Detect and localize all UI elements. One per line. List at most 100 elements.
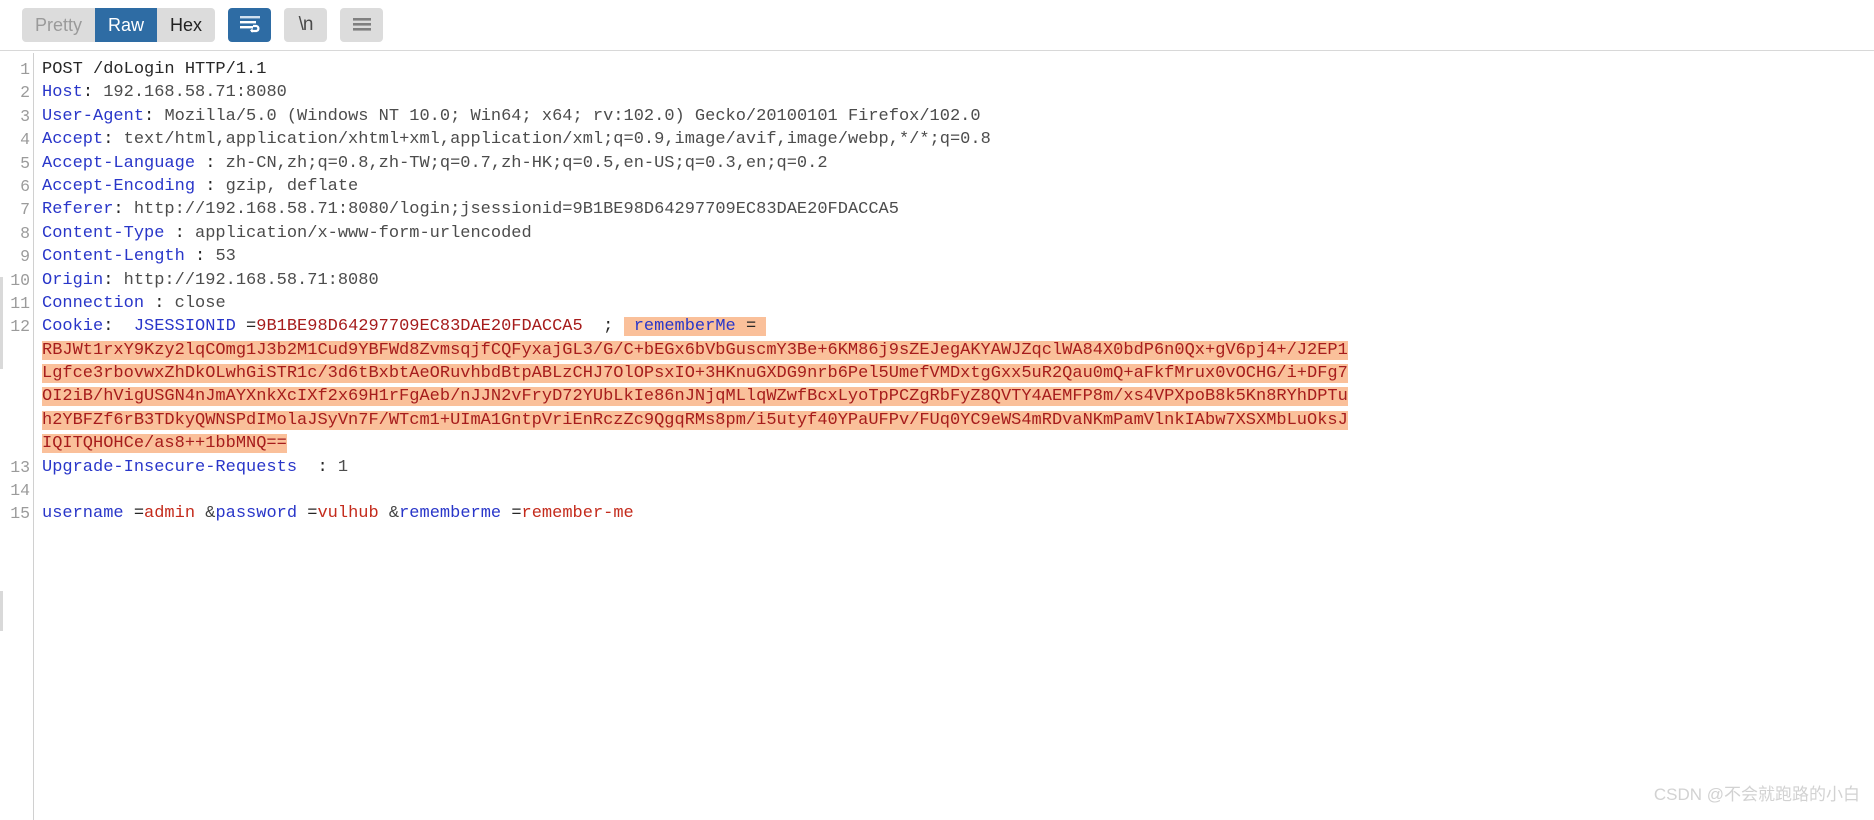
line-number: 10: [10, 270, 30, 290]
code-token: =: [246, 317, 257, 337]
code-token: Accept-Language: [42, 153, 196, 173]
line-number: 11: [10, 293, 30, 313]
code-line[interactable]: Cookie: JSESSIONID =9B1BE98D64297709EC83…: [42, 315, 1874, 338]
code-token: Upgrade-Insecure-Requests: [42, 457, 298, 477]
code-token: rememberme: [399, 504, 512, 524]
code-token: http://192.168.58.71:8080: [123, 270, 379, 290]
code-line[interactable]: Accept: text/html,application/xhtml+xml,…: [42, 128, 1874, 151]
code-token: :: [164, 223, 196, 243]
code-token: remember-me: [521, 504, 634, 524]
view-mode-raw-button[interactable]: Raw: [95, 8, 158, 42]
line-number: 13: [10, 457, 30, 477]
code-token: Referer: [42, 200, 114, 220]
code-token: :: [103, 317, 124, 337]
code-line[interactable]: Upgrade-Insecure-Requests : 1: [42, 456, 1874, 479]
code-token: Accept: [42, 130, 104, 150]
code-token: vulhub: [317, 504, 389, 524]
code-token: =: [745, 317, 757, 337]
code-token: :: [113, 200, 134, 220]
code-line[interactable]: User-Agent: Mozilla/5.0 (Windows NT 10.0…: [42, 105, 1874, 128]
line-number: 12: [10, 317, 30, 337]
code-line[interactable]: Host: 192.168.58.71:8080: [42, 81, 1874, 104]
line-number: 15: [10, 504, 30, 524]
code-token: :: [82, 83, 104, 103]
line-number-gutter: 123456789101112.....131415: [0, 51, 33, 820]
cookie-value-token: h2YBFZf6rB3TDkyQWNSPdIMolaJSyVn7F/WTcm1+…: [42, 410, 1348, 430]
code-token: text/html,application/xhtml+xml,applicat…: [123, 130, 991, 150]
line-number: 3: [20, 106, 30, 126]
code-line[interactable]: Accept-Encoding : gzip, deflate: [42, 175, 1874, 198]
code-line-wrapped[interactable]: OI2iB/hVigUSGN4nJmAYXnkXcIXf2x69H1rFgAeb…: [42, 385, 1874, 408]
cookie-value-token: OI2iB/hVigUSGN4nJmAYXnkXcIXf2x69H1rFgAeb…: [42, 387, 1348, 407]
code-token: :: [103, 130, 124, 150]
code-line-wrapped[interactable]: Lgfce3rbovwxZhDkOLwhGiSTR1c/3d6tBxbtAeOR…: [42, 362, 1874, 385]
code-line[interactable]: POST /doLogin HTTP/1.1: [42, 58, 1874, 81]
code-line[interactable]: Content-Length : 53: [42, 245, 1874, 268]
word-wrap-icon: [239, 15, 261, 36]
code-token: :: [195, 176, 226, 196]
code-token: Connection: [42, 293, 145, 313]
code-token: ;: [582, 317, 624, 337]
code-token: 9B1BE98D64297709EC83DAE20FDACCA5: [256, 317, 583, 337]
view-mode-pretty-button[interactable]: Pretty: [22, 8, 96, 42]
code-token: =: [133, 504, 145, 524]
code-token: :: [297, 457, 338, 477]
code-token: :: [144, 293, 175, 313]
line-number: 1: [20, 60, 30, 79]
code-line[interactable]: username =admin &password =vulhub &remem…: [42, 502, 1874, 525]
show-newlines-button[interactable]: \n: [284, 8, 328, 42]
code-token: Accept-Encoding: [42, 176, 196, 196]
code-token: Cookie: [42, 317, 104, 337]
cookie-value-token: Lgfce3rbovwxZhDkOLwhGiSTR1c/3d6tBxbtAeOR…: [42, 364, 1348, 384]
code-token: Content-Length: [42, 247, 185, 267]
code-token: password: [215, 504, 308, 524]
view-mode-hex-button[interactable]: Hex: [157, 8, 216, 42]
code-token: 53: [215, 247, 236, 267]
word-wrap-button[interactable]: [228, 8, 272, 42]
code-token: Origin: [42, 270, 104, 290]
line-number: 7: [20, 200, 30, 220]
code-token: Host: [42, 83, 83, 103]
line-number: 5: [20, 153, 30, 173]
line-number: 8: [20, 223, 30, 243]
code-token: http://192.168.58.71:8080/login;jsession…: [133, 200, 899, 220]
code-token: POST /doLogin HTTP/1.1: [42, 60, 267, 79]
request-text-content[interactable]: POST /doLogin HTTP/1.1 Host: 192.168.58.7…: [34, 51, 1874, 820]
line-number: 6: [20, 176, 30, 196]
code-token: =: [307, 504, 318, 524]
code-token: :: [144, 106, 165, 126]
code-token: application/x-www-form-urlencoded: [195, 223, 532, 243]
line-number: 4: [20, 130, 30, 150]
line-number: 9: [20, 247, 30, 267]
code-line-wrapped[interactable]: RBJWt1rxY9Kzy2lqCOmg1J3b2M1Cud9YBFWd8Zvm…: [42, 339, 1874, 362]
cookie-value-token: RBJWt1rxY9Kzy2lqCOmg1J3b2M1Cud9YBFWd8Zvm…: [42, 340, 1348, 360]
code-token: &: [205, 504, 216, 524]
line-number: 14: [10, 481, 30, 501]
editor-toolbar: Pretty Raw Hex \n: [0, 0, 1874, 51]
csdn-watermark: CSDN @不会就跑路的小白: [1653, 784, 1860, 804]
code-line[interactable]: Referer: http://192.168.58.71:8080/login…: [42, 198, 1874, 221]
code-token: admin: [144, 504, 206, 524]
code-token: :: [103, 270, 124, 290]
code-line[interactable]: Content-Type : application/x-www-form-ur…: [42, 222, 1874, 245]
code-token: rememberMe: [623, 317, 746, 337]
code-line[interactable]: Connection : close: [42, 292, 1874, 315]
code-token: zh-CN,zh;q=0.8,zh-TW;q=0.7,zh-HK;q=0.5,e…: [225, 153, 828, 173]
line-number: 2: [20, 83, 30, 103]
code-token: JSESSIONID: [123, 317, 247, 337]
editor-menu-button[interactable]: [340, 8, 384, 42]
code-line-wrapped[interactable]: h2YBFZf6rB3TDkyQWNSPdIMolaJSyVn7F/WTcm1+…: [42, 409, 1874, 432]
code-line[interactable]: Origin: http://192.168.58.71:8080: [42, 269, 1874, 292]
code-line[interactable]: Accept-Language : zh-CN,zh;q=0.8,zh-TW;q…: [42, 152, 1874, 175]
code-line-wrapped[interactable]: IQITQHOHCe/as8++1bbMNQ==: [42, 432, 1874, 455]
code-token: :: [195, 153, 226, 173]
code-token: Content-Type: [42, 223, 165, 243]
code-token: User-Agent: [42, 106, 145, 126]
code-token: =: [511, 504, 522, 524]
code-token: &: [388, 504, 400, 524]
http-request-editor[interactable]: 123456789101112.....131415 POST /doLogin…: [0, 51, 1874, 820]
code-token: 192.168.58.71:8080: [103, 83, 287, 103]
code-token: Mozilla/5.0 (Windows NT 10.0; Win64; x64…: [164, 106, 981, 126]
code-token: [756, 317, 767, 337]
code-line[interactable]: [42, 479, 1874, 502]
